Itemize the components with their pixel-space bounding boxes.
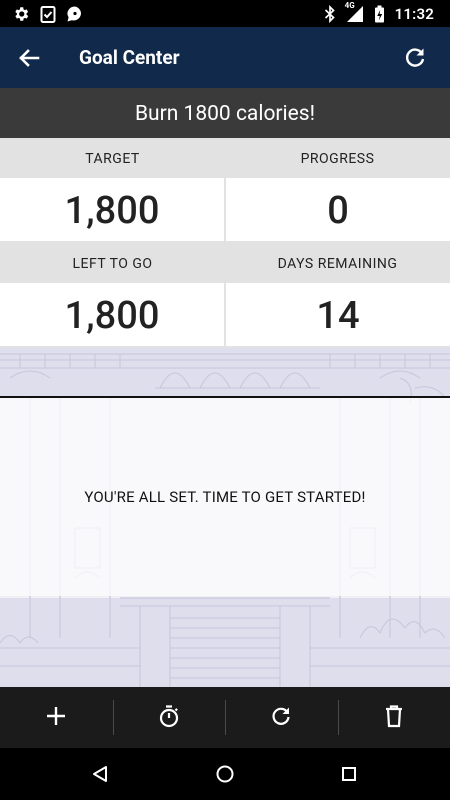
stopwatch-icon [157, 704, 181, 732]
home-circle-icon[interactable] [212, 761, 238, 787]
back-triangle-icon[interactable] [87, 761, 113, 787]
arrow-back-icon[interactable] [14, 43, 44, 73]
delete-button[interactable] [337, 687, 450, 748]
chat-bubble-icon [66, 5, 84, 23]
network-type-label: 4G [344, 0, 355, 10]
system-nav-bar [0, 748, 450, 800]
clipboard-check-icon [40, 5, 56, 23]
target-label: TARGET [85, 151, 140, 167]
left-to-go-value: 1,800 [0, 283, 224, 346]
bottom-toolbar [0, 687, 450, 748]
goal-title-banner: Burn 1800 calories! [0, 88, 450, 138]
bluetooth-icon [324, 4, 336, 23]
status-message: YOU'RE ALL SET. TIME TO GET STARTED! [84, 488, 366, 506]
goal-stats-grid: TARGET PROGRESS 1,800 0 LEFT TO GO DAYS … [0, 138, 450, 348]
progress-value: 0 [226, 178, 450, 241]
app-title: Goal Center [79, 46, 180, 69]
days-remaining-value: 14 [226, 283, 450, 346]
settings-icon [12, 5, 30, 23]
signal-4g-icon: 4G [345, 1, 364, 23]
target-value: 1,800 [0, 178, 224, 241]
days-remaining-label: DAYS REMAINING [277, 256, 398, 272]
timer-button[interactable] [112, 687, 226, 748]
progress-label: PROGRESS [300, 151, 375, 167]
add-icon [45, 705, 67, 731]
app-bar: Goal Center [0, 27, 450, 88]
trash-icon [383, 704, 405, 732]
refresh-icon [269, 704, 293, 732]
goal-main-area: YOU'RE ALL SET. TIME TO GET STARTED! [0, 348, 450, 687]
refresh-icon[interactable] [400, 43, 430, 73]
status-bar: 4G 11:32 [0, 0, 450, 27]
reset-button[interactable] [225, 687, 338, 748]
battery-icon [374, 5, 385, 23]
recents-square-icon[interactable] [336, 761, 362, 787]
clock-time: 11:32 [394, 4, 434, 23]
add-button[interactable] [0, 687, 113, 748]
left-to-go-label: LEFT TO GO [72, 256, 153, 272]
